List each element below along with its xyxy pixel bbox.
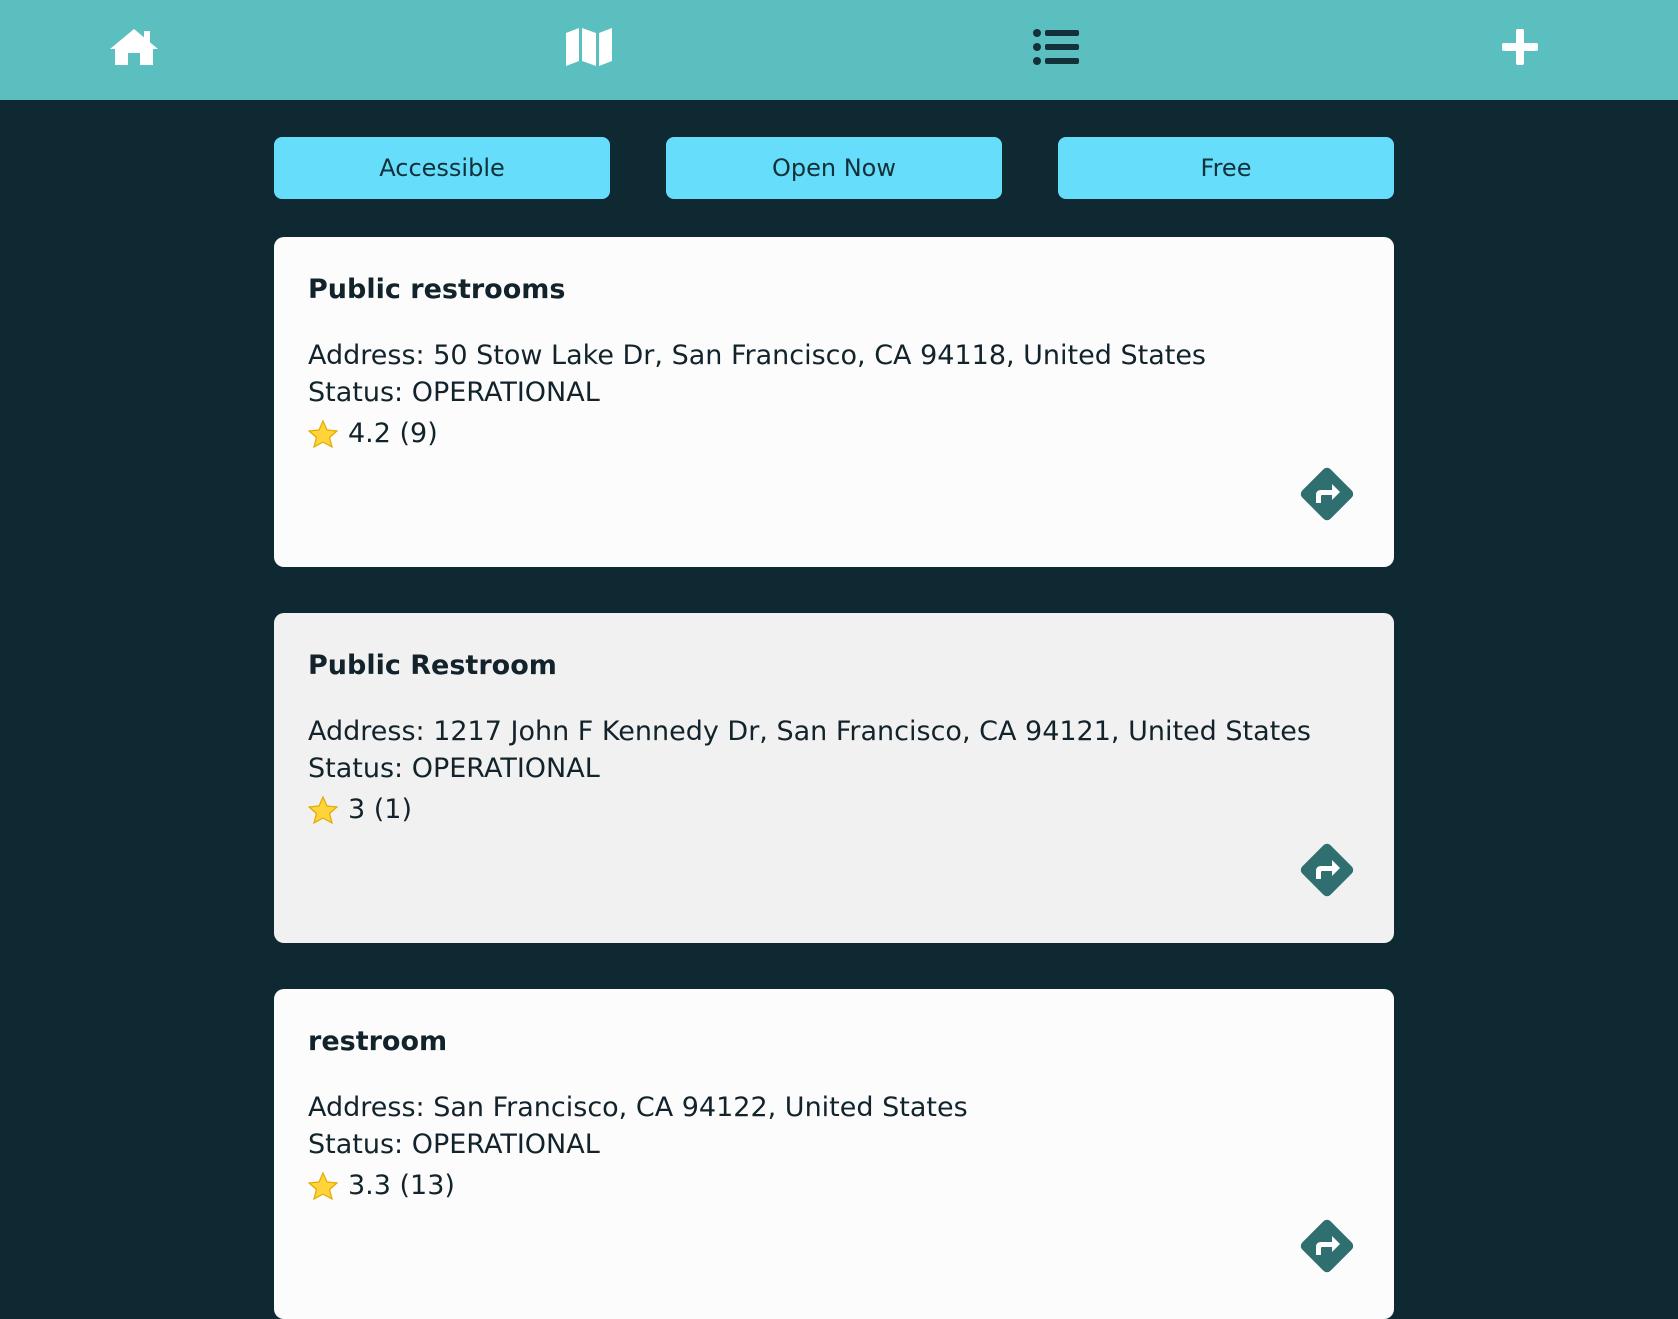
- home-icon: [110, 29, 158, 65]
- restroom-card[interactable]: Public restrooms Address: 50 Stow Lake D…: [274, 237, 1394, 567]
- directions-button[interactable]: [1294, 461, 1360, 527]
- directions-icon: [1300, 1219, 1354, 1273]
- restroom-address: Address: San Francisco, CA 94122, United…: [308, 1092, 968, 1123]
- map-icon: [566, 28, 612, 66]
- filter-open-now-button[interactable]: Open Now: [666, 137, 1002, 199]
- star-icon: [308, 1171, 338, 1200]
- plus-icon: [1502, 29, 1538, 65]
- rating-value: 3.3 (13): [348, 1170, 455, 1201]
- top-nav-bar: [0, 0, 1678, 100]
- directions-button[interactable]: [1294, 1213, 1360, 1279]
- restroom-status: Status: OPERATIONAL: [308, 753, 600, 784]
- restroom-name: Public restrooms: [308, 274, 566, 305]
- directions-button[interactable]: [1294, 837, 1360, 903]
- restroom-rating: 3 (1): [308, 791, 1360, 828]
- star-icon: [308, 795, 338, 824]
- restroom-name: Public Restroom: [308, 650, 557, 681]
- list-icon: [1033, 29, 1079, 65]
- nav-map-button[interactable]: [559, 20, 619, 74]
- filter-free-button[interactable]: Free: [1058, 137, 1394, 199]
- directions-icon: [1300, 467, 1354, 521]
- restroom-address: Address: 1217 John F Kennedy Dr, San Fra…: [308, 716, 1311, 747]
- nav-list-button[interactable]: [1026, 20, 1086, 74]
- nav-add-button[interactable]: [1490, 20, 1550, 74]
- restroom-card[interactable]: restroom Address: San Francisco, CA 9412…: [274, 989, 1394, 1319]
- restroom-status: Status: OPERATIONAL: [308, 377, 600, 408]
- directions-icon: [1300, 843, 1354, 897]
- restroom-address: Address: 50 Stow Lake Dr, San Francisco,…: [308, 340, 1207, 371]
- star-icon: [308, 419, 338, 448]
- filter-accessible-button[interactable]: Accessible: [274, 137, 610, 199]
- restroom-rating: 3.3 (13): [308, 1167, 1360, 1204]
- restroom-rating: 4.2 (9): [308, 415, 1360, 452]
- rating-value: 3 (1): [348, 794, 413, 825]
- restroom-name: restroom: [308, 1026, 448, 1057]
- rating-value: 4.2 (9): [348, 418, 438, 449]
- restroom-status: Status: OPERATIONAL: [308, 1129, 600, 1160]
- restroom-card[interactable]: Public Restroom Address: 1217 John F Ken…: [274, 613, 1394, 943]
- nav-home-button[interactable]: [104, 20, 164, 74]
- filter-bar: Accessible Open Now Free: [274, 137, 1394, 199]
